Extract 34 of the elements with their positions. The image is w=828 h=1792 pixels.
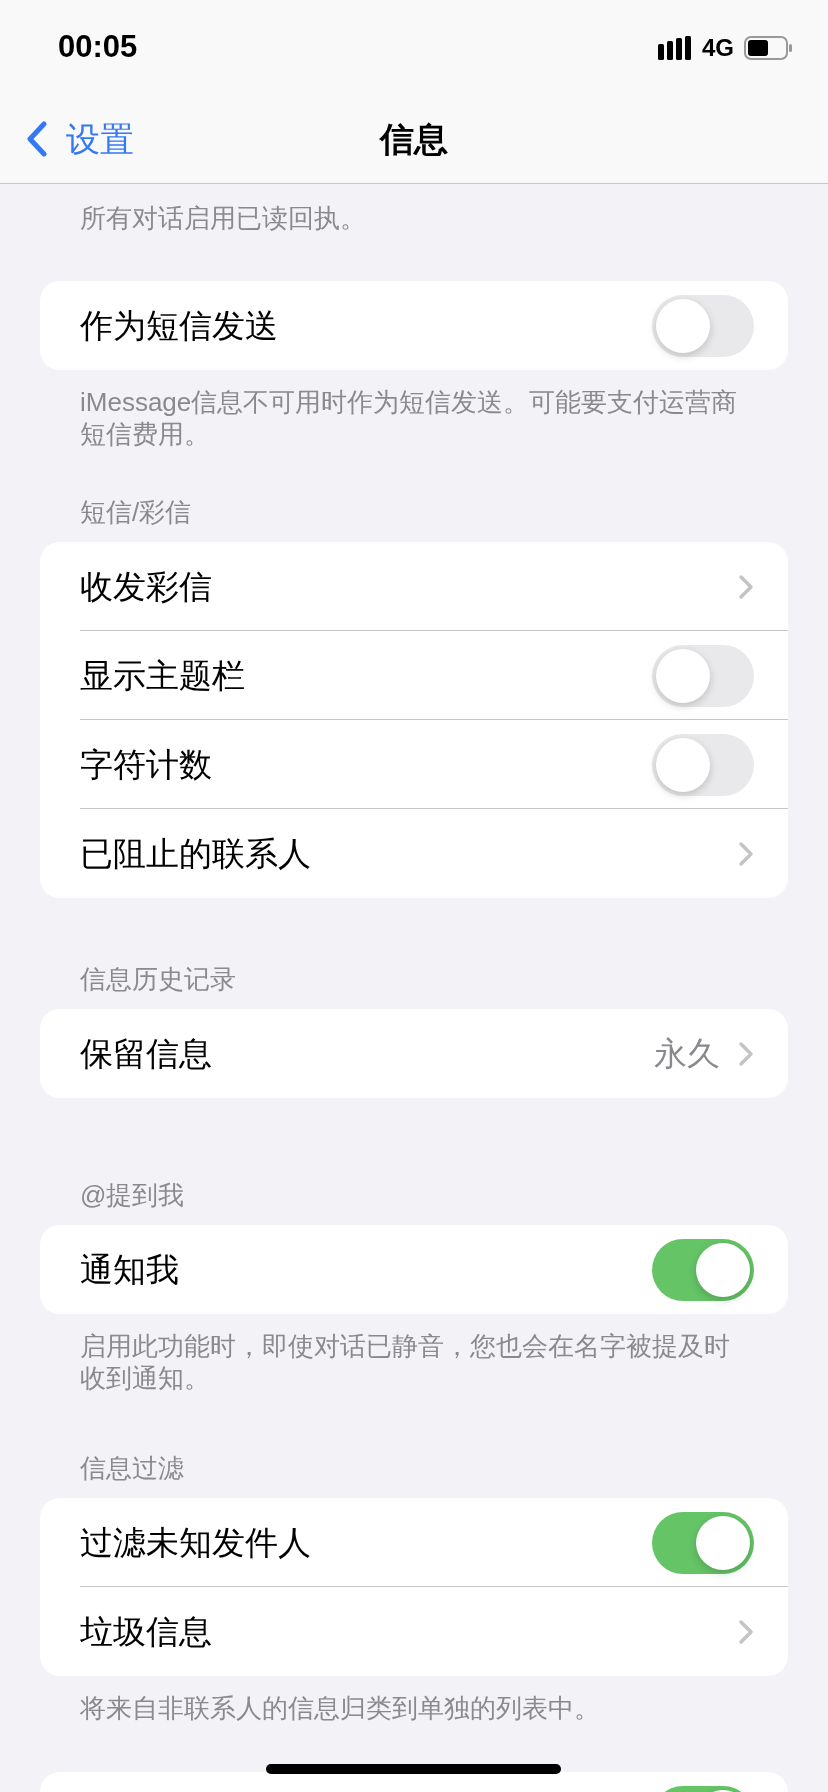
signal-icon	[658, 35, 692, 60]
row-label: 过滤未知发件人	[80, 1522, 311, 1563]
toggle-switch[interactable]	[652, 644, 754, 707]
toggle-switch[interactable]	[652, 1238, 754, 1301]
row-label[interactable]: 收发彩信	[80, 561, 212, 612]
section-footer: iMessage信息不可用时作为短信发送。可能要支付运营商短信费用。	[0, 370, 828, 450]
back-chevron-icon	[26, 121, 48, 158]
section-header: 短信/彩信	[79, 496, 193, 528]
toggle-switch[interactable]	[652, 733, 754, 796]
row-label: 作为短信发送	[80, 305, 278, 346]
section-header: @提到我	[79, 1179, 186, 1211]
toggle-switch[interactable]	[652, 1511, 754, 1574]
row-label: 字符计数	[80, 744, 212, 785]
network-label: 4G	[702, 32, 734, 63]
toggle-switch[interactable]	[652, 294, 754, 357]
row-label[interactable]: 垃圾信息	[80, 1606, 212, 1657]
chevron-icon	[738, 840, 754, 867]
section-footer: 将来自非联系人的信息归类到单独的列表中。	[0, 1676, 828, 1724]
chevron-icon	[738, 1040, 754, 1067]
chevron-icon	[738, 1618, 754, 1645]
section-footer: 所有对话启用已读回执。	[0, 202, 828, 234]
row-label: 通知我	[80, 1249, 179, 1290]
section-header: 信息过滤	[79, 1452, 185, 1484]
row-value: 永久	[654, 1033, 720, 1074]
row-label[interactable]: 已阻止的联系人	[80, 828, 311, 879]
page-title: 信息	[380, 118, 448, 160]
back-button[interactable]: 设置	[0, 113, 134, 165]
row-label: 显示主题栏	[80, 655, 245, 696]
status-time: 00:05	[58, 28, 138, 67]
section-footer: 启用此功能时，即使对话已静音，您也会在名字被提及时收到通知。	[0, 1314, 828, 1394]
chevron-icon	[738, 573, 754, 600]
section-header: 信息历史记录	[79, 963, 237, 995]
row-label[interactable]: 保留信息	[80, 1028, 212, 1079]
battery-icon	[744, 35, 792, 60]
